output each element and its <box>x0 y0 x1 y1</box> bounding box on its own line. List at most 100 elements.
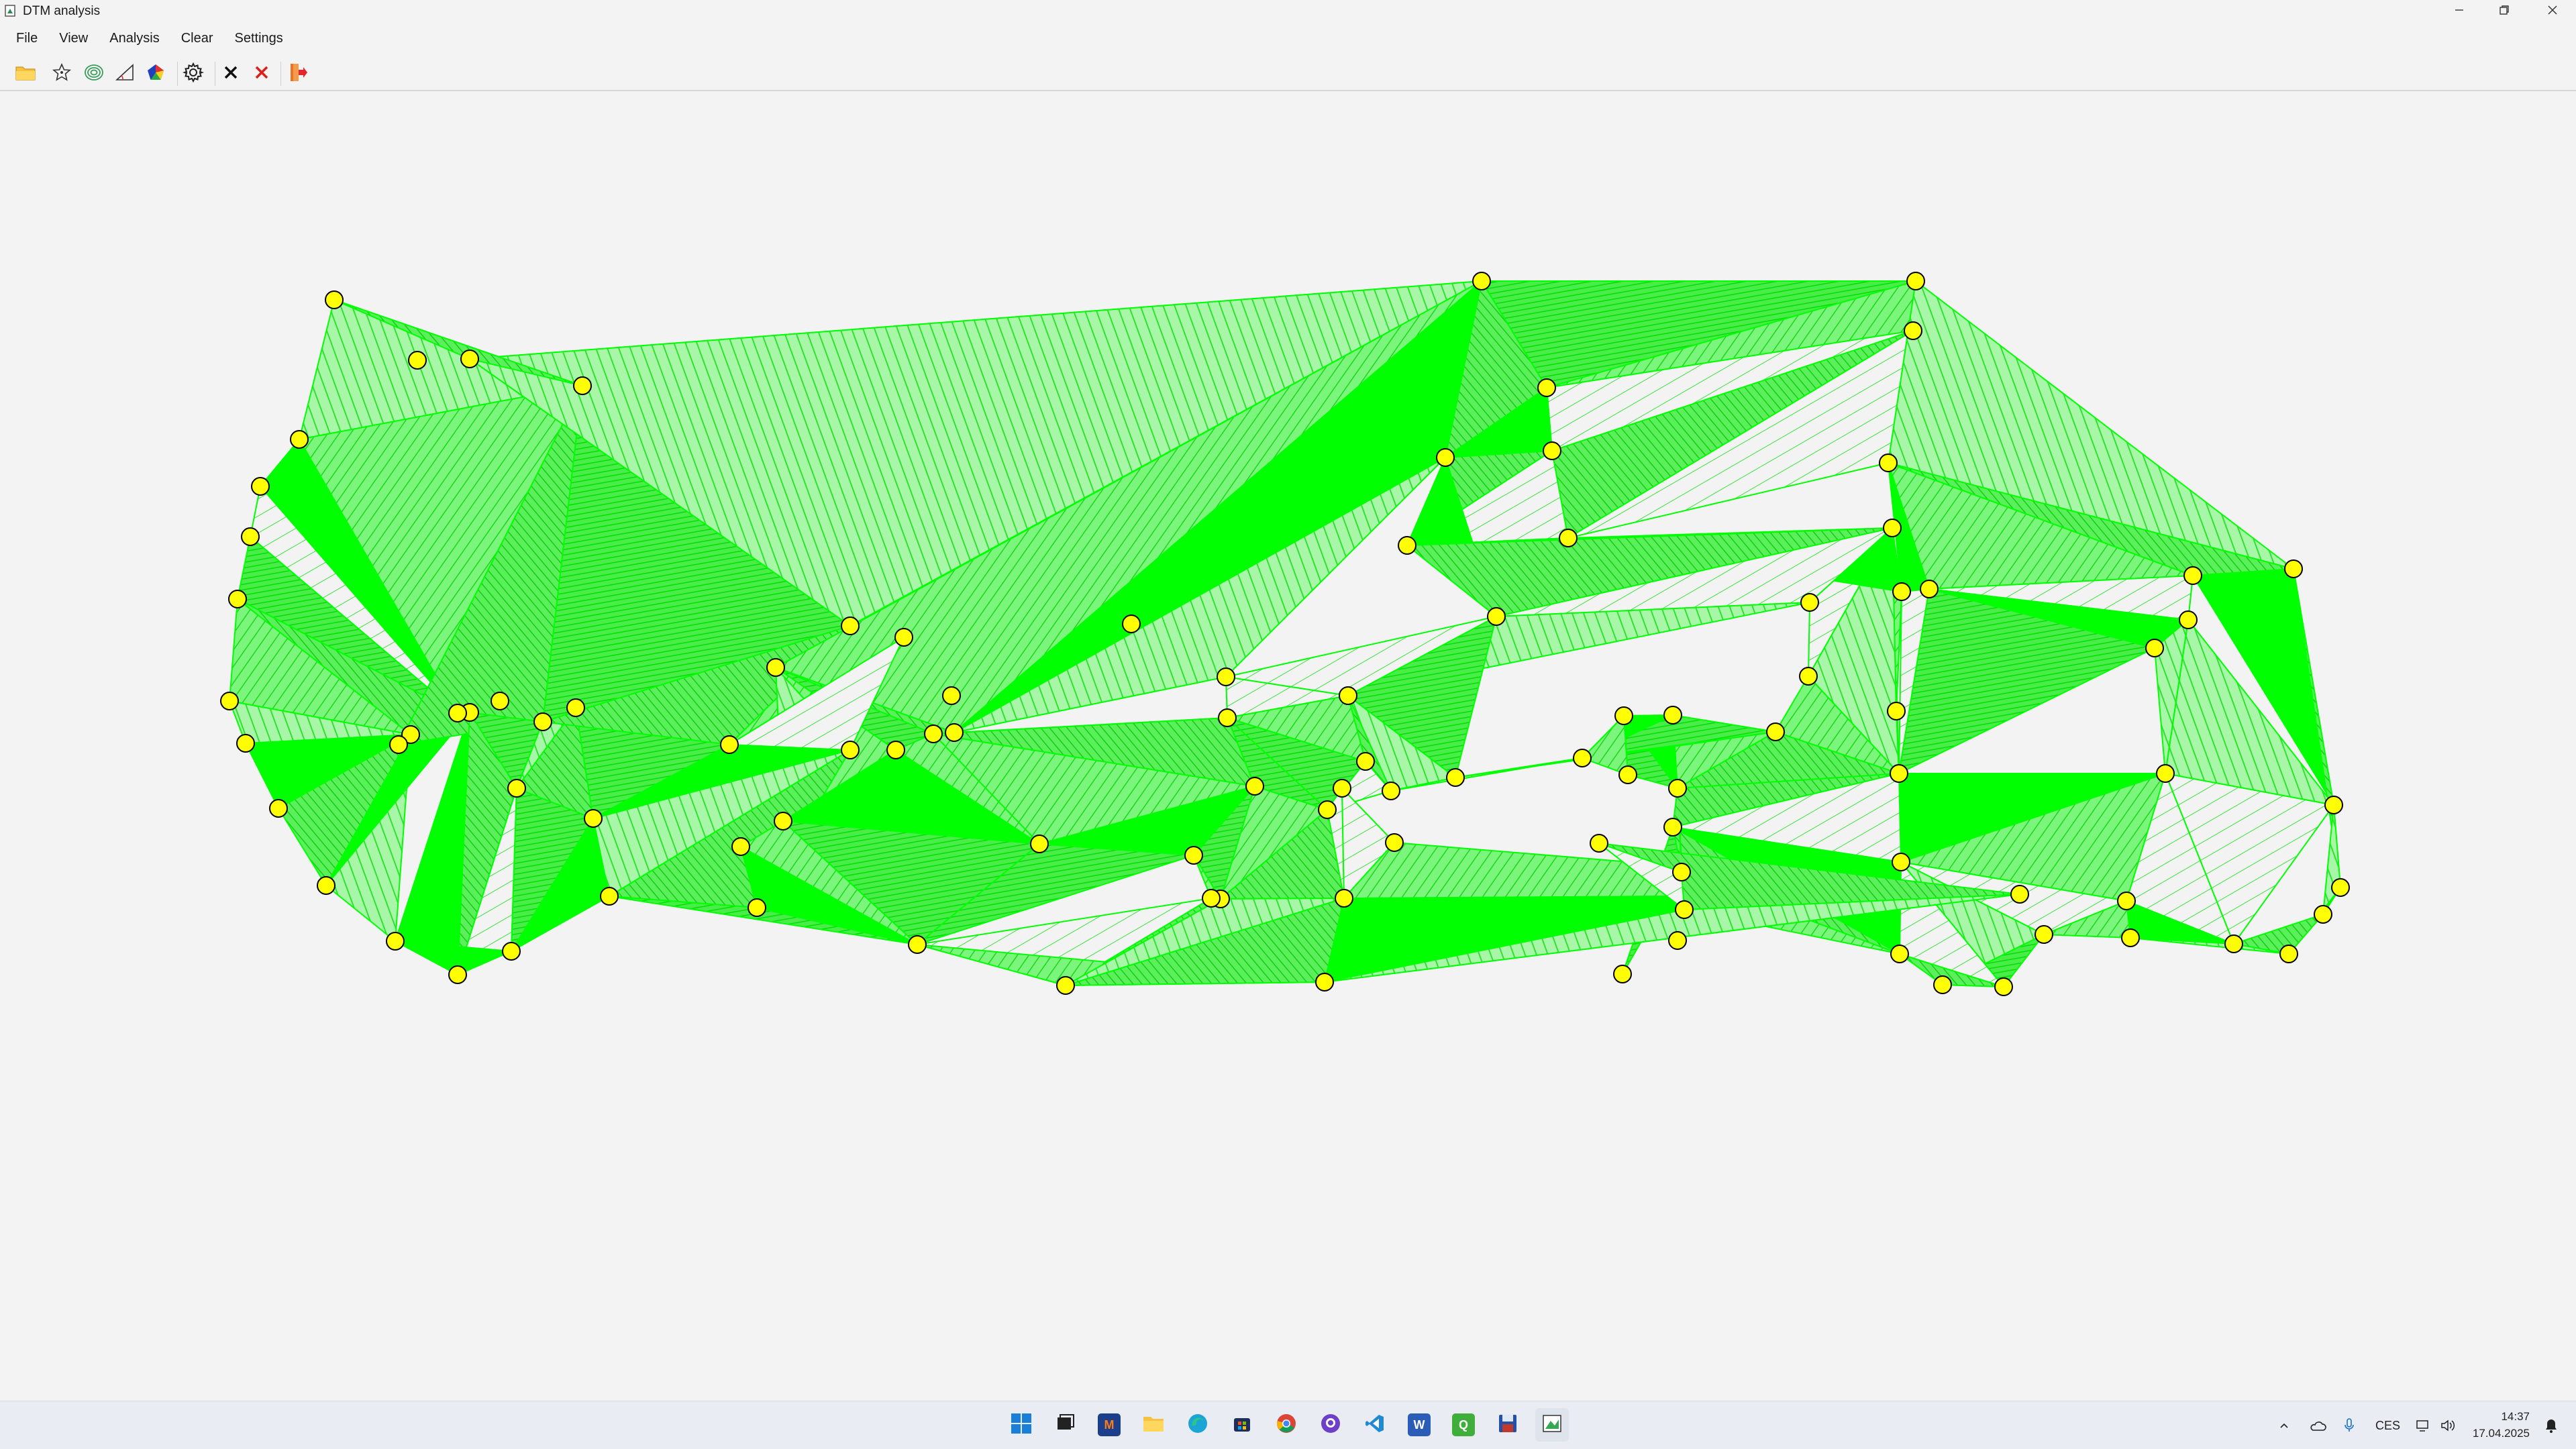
app-save-tool[interactable] <box>1491 1408 1525 1442</box>
app-chrome[interactable] <box>1270 1408 1303 1442</box>
terrain-point <box>1030 835 1049 853</box>
terrain-point <box>894 628 913 647</box>
terrain-point <box>325 290 344 309</box>
app-github-desktop[interactable] <box>1314 1408 1347 1442</box>
clock[interactable]: 14:37 17.04.2025 <box>2469 1408 2530 1442</box>
terrain-point <box>251 477 270 496</box>
terrain-point <box>448 965 467 984</box>
terrain-point <box>220 692 239 710</box>
terrain-point <box>2279 945 2298 963</box>
terrain-point <box>2314 905 2332 924</box>
onedrive-icon[interactable] <box>2308 1416 2327 1435</box>
terrain-point <box>1799 667 1818 686</box>
terrain-point <box>1559 529 1578 547</box>
folder-icon <box>15 63 36 85</box>
close-button[interactable] <box>2529 0 2576 23</box>
terrain-point <box>1472 272 1491 290</box>
terrain-point <box>1335 889 1353 908</box>
tin-drawing <box>220 272 2350 996</box>
input-language[interactable]: CES <box>2375 1416 2400 1435</box>
restore-button[interactable] <box>2481 0 2528 23</box>
task-view[interactable] <box>1048 1408 1082 1442</box>
terrain-point <box>766 658 785 677</box>
terrain-point <box>1382 782 1400 800</box>
terrain-point <box>1356 752 1375 771</box>
draw-points-button[interactable] <box>48 60 75 87</box>
terrain-point <box>886 741 905 759</box>
menu-clear[interactable]: Clear <box>170 27 224 50</box>
terrain-point <box>460 350 479 368</box>
app-word[interactable]: W <box>1402 1408 1436 1442</box>
menu-file[interactable]: File <box>0 27 48 50</box>
tray-overflow-chevron-icon[interactable] <box>2275 1416 2294 1435</box>
volume-icon[interactable] <box>2438 1416 2457 1435</box>
terrain-point <box>1339 686 1357 705</box>
app-qgis[interactable]: Q <box>1447 1408 1480 1442</box>
clear-results-button[interactable] <box>217 60 244 87</box>
terrain-point <box>1217 667 1235 686</box>
terrain-point <box>1904 321 1922 340</box>
app-file-explorer[interactable] <box>1137 1408 1170 1442</box>
terrain-point <box>1184 846 1203 865</box>
window-title: DTM analysis <box>23 4 101 18</box>
taskbar: M W Q CES 14:37 17.04.2025 <box>0 1401 2576 1449</box>
edge-icon <box>1187 1413 1208 1438</box>
exposition-button[interactable] <box>142 60 169 87</box>
title-bar: DTM analysis <box>0 0 2576 23</box>
dtm-app-icon <box>1541 1413 1563 1438</box>
clear-all-button[interactable] <box>248 60 275 87</box>
minimize-icon <box>2455 5 2464 18</box>
terrain-point <box>491 692 509 710</box>
exit-button[interactable] <box>285 60 311 87</box>
dtm-canvas[interactable] <box>0 91 2576 1401</box>
terrain-point <box>2331 878 2350 897</box>
settings-button[interactable] <box>180 60 207 87</box>
vscode-icon <box>1364 1413 1386 1438</box>
terrain-point <box>386 932 405 951</box>
terrain-point <box>1883 519 1902 537</box>
terrain-point <box>841 741 860 759</box>
contour-lines-button[interactable] <box>81 60 107 87</box>
terrain-point <box>1573 749 1592 767</box>
terrain-point <box>1933 975 1952 994</box>
menu-analysis[interactable]: Analysis <box>99 27 170 50</box>
terrain-point <box>566 698 585 717</box>
slope-button[interactable] <box>111 60 138 87</box>
microphone-icon[interactable] <box>2340 1416 2359 1435</box>
terrain-point <box>1890 764 1908 783</box>
terrain-point <box>748 898 766 917</box>
app-vscode[interactable] <box>1358 1408 1392 1442</box>
slope-triangle-icon <box>115 62 135 86</box>
terrain-point <box>533 712 552 731</box>
terrain-point <box>1613 965 1632 983</box>
github-icon <box>1320 1413 1341 1438</box>
toolbar-separator <box>280 62 281 86</box>
terrain-point <box>1318 800 1337 819</box>
terrain-point <box>774 812 792 830</box>
clock-time: 14:37 <box>2501 1410 2530 1423</box>
terrain-point <box>908 935 927 954</box>
terrain-point <box>573 376 592 395</box>
qgis-icon: Q <box>1452 1413 1475 1436</box>
terrain-point <box>1218 708 1237 727</box>
menu-settings[interactable]: Settings <box>224 27 294 50</box>
terrain-point <box>2324 796 2343 814</box>
open-file-button[interactable] <box>12 60 39 87</box>
minimize-button[interactable] <box>2436 0 2483 23</box>
menu-view[interactable]: View <box>48 27 99 50</box>
app-store[interactable] <box>1225 1408 1259 1442</box>
app-matlab[interactable]: M <box>1092 1408 1126 1442</box>
terrain-point <box>942 686 961 705</box>
terrain-point <box>1122 614 1141 633</box>
terrain-point <box>1543 441 1561 460</box>
terrain-point <box>1315 973 1334 991</box>
notification-bell-icon[interactable] <box>2542 1416 2561 1435</box>
app-dtm-analysis[interactable] <box>1535 1408 1569 1442</box>
toolbar <box>0 56 2576 91</box>
network-icon[interactable] <box>2414 1416 2433 1435</box>
start-button[interactable] <box>1004 1408 1038 1442</box>
terrain-point <box>841 616 860 635</box>
terrain-point <box>1668 931 1687 950</box>
terrain-point <box>924 724 943 743</box>
app-edge[interactable] <box>1181 1408 1215 1442</box>
